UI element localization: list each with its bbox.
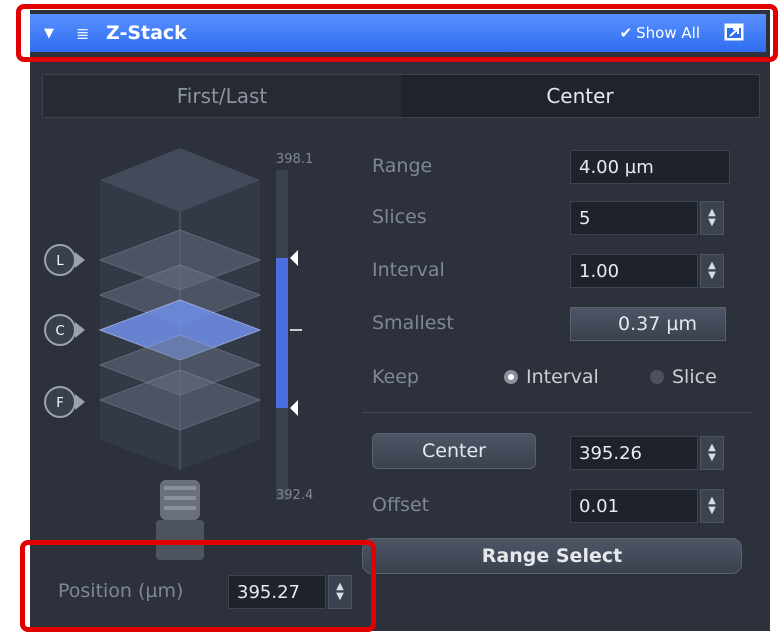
slices-input[interactable]: 5 xyxy=(570,201,698,235)
check-icon: ✔ xyxy=(619,24,633,42)
scale-bottom-label: 392.4 xyxy=(276,488,314,503)
marker-l-label: L xyxy=(56,254,64,269)
offset-label: Offset xyxy=(372,494,430,516)
position-label: Position (µm) xyxy=(58,580,184,602)
z-scale xyxy=(276,170,302,500)
tab-first-last[interactable]: First/Last xyxy=(43,75,401,117)
slices-label: Slices xyxy=(372,206,427,228)
grip-icon: ≣ xyxy=(76,23,90,43)
smallest-button[interactable]: 0.37 µm xyxy=(570,307,726,341)
position-input[interactable]: 395.27 xyxy=(228,575,326,609)
spin-down-icon[interactable]: ▼ xyxy=(708,218,716,228)
center-position-stepper[interactable]: ▲ ▼ xyxy=(700,436,724,470)
collapse-arrow-icon[interactable]: ▼ xyxy=(44,26,64,41)
offset-input[interactable]: 0.01 xyxy=(570,489,698,523)
spin-down-icon[interactable]: ▼ xyxy=(708,506,716,516)
show-all-toggle[interactable]: ✔ Show All xyxy=(620,24,700,42)
tab-center[interactable]: Center xyxy=(401,75,759,117)
first-marker-icon[interactable] xyxy=(290,400,298,416)
slices-stepper[interactable]: ▲ ▼ xyxy=(700,201,724,235)
spin-down-icon[interactable]: ▼ xyxy=(336,592,344,602)
interval-stepper[interactable]: ▲ ▼ xyxy=(700,254,724,288)
last-marker-icon[interactable] xyxy=(290,250,298,266)
scale-top-label: 398.1 xyxy=(276,152,314,167)
range-field: 4.00 µm xyxy=(570,150,730,184)
z-range-bar xyxy=(276,258,288,408)
spin-down-icon[interactable]: ▼ xyxy=(708,453,716,463)
interval-label: Interval xyxy=(372,259,445,281)
interval-input[interactable]: 1.00 xyxy=(570,254,698,288)
marker-c-label: C xyxy=(55,324,64,339)
range-label: Range xyxy=(372,155,433,177)
marker-f-label: F xyxy=(56,396,63,411)
radio-selected-icon xyxy=(504,370,518,384)
panel-header: ▼ ≣ Z-Stack ✔ Show All xyxy=(30,14,766,52)
marker-f[interactable]: F xyxy=(44,386,85,418)
keep-interval-radio[interactable]: Interval xyxy=(504,366,599,388)
marker-l[interactable]: L xyxy=(44,244,85,276)
show-all-label: Show All xyxy=(636,24,700,42)
keep-label: Keep xyxy=(372,366,419,388)
position-stepper[interactable]: ▲ ▼ xyxy=(328,575,352,609)
marker-c[interactable]: C xyxy=(44,314,85,346)
center-button[interactable]: Center xyxy=(372,433,536,469)
offset-stepper[interactable]: ▲ ▼ xyxy=(700,489,724,523)
keep-slice-radio[interactable]: Slice xyxy=(650,366,717,388)
objective-lens-icon xyxy=(156,480,204,560)
center-position-input[interactable]: 395.26 xyxy=(570,436,698,470)
section-divider xyxy=(362,412,752,413)
keep-slice-label: Slice xyxy=(672,366,717,388)
mode-tabs: First/Last Center xyxy=(42,74,760,118)
keep-interval-label: Interval xyxy=(526,366,599,388)
panel-title: Z-Stack xyxy=(106,22,187,44)
slice-layers xyxy=(98,229,262,431)
external-window-icon[interactable] xyxy=(724,23,744,41)
spin-down-icon[interactable]: ▼ xyxy=(708,271,716,281)
zstack-illustration: L C F xyxy=(44,148,302,560)
radio-unselected-icon xyxy=(650,370,664,384)
range-select-button[interactable]: Range Select xyxy=(362,538,742,574)
smallest-label: Smallest xyxy=(372,312,454,334)
